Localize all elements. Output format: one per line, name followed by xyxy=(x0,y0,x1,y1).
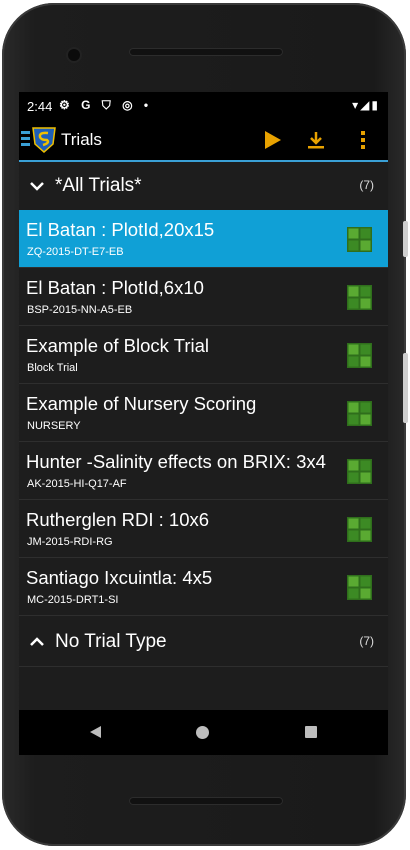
trial-list-item[interactable]: Santiago Ixcuintla: 4x5 MC-2015-DRT1-SI xyxy=(19,558,388,616)
trial-list-item[interactable]: Example of Block Trial Block Trial xyxy=(19,326,388,384)
notification-icons: ⚙ G ⛉ ◎ • xyxy=(59,98,153,112)
power-button xyxy=(403,221,408,257)
status-bar: 2:44 ⚙ G ⛉ ◎ • ▾◢▮ xyxy=(19,92,388,120)
start-button[interactable] xyxy=(259,126,287,154)
trial-list-item[interactable]: El Batan : PlotId,6x10 BSP-2015-NN-A5-EB xyxy=(19,268,388,326)
app-screen: 2:44 ⚙ G ⛉ ◎ • ▾◢▮ Trials *All Trials* (… xyxy=(19,92,388,710)
chevron-down-icon xyxy=(30,182,44,191)
trial-code: NURSERY xyxy=(27,420,81,432)
play-icon xyxy=(265,131,281,149)
trial-name: Hunter -Salinity effects on BRIX: 3x4 xyxy=(26,451,326,472)
plot-grid-icon[interactable] xyxy=(347,285,372,310)
trial-list-item[interactable]: Example of Nursery Scoring NURSERY xyxy=(19,384,388,442)
trial-list-item[interactable]: Hunter -Salinity effects on BRIX: 3x4 AK-… xyxy=(19,442,388,500)
trial-list-item[interactable]: Rutherglen RDI : 10x6 JM-2015-RDI-RG xyxy=(19,500,388,558)
trial-name: Rutherglen RDI : 10x6 xyxy=(26,509,210,530)
status-time: 2:44 xyxy=(27,99,53,114)
trial-code: MC-2015-DRT1-SI xyxy=(27,594,119,606)
front-camera xyxy=(68,49,80,61)
trial-name: Example of Block Trial xyxy=(26,335,210,356)
plot-grid-icon[interactable] xyxy=(347,401,372,426)
import-button[interactable] xyxy=(302,126,330,154)
trial-name: El Batan : PlotId,20x15 xyxy=(26,219,215,240)
plot-grid-icon[interactable] xyxy=(347,575,372,600)
bottom-speaker xyxy=(129,797,283,805)
more-vert-icon xyxy=(361,131,365,149)
system-nav-bar xyxy=(19,710,388,755)
top-speaker xyxy=(129,48,283,56)
trial-name: Example of Nursery Scoring xyxy=(26,393,257,414)
page-title: Trials xyxy=(61,130,102,149)
group-label: No Trial Type xyxy=(55,631,167,652)
plot-grid-icon[interactable] xyxy=(347,459,372,484)
group-count: (7) xyxy=(359,634,374,648)
trial-code: BSP-2015-NN-A5-EB xyxy=(27,304,133,316)
trial-name: Santiago Ixcuintla: 4x5 xyxy=(26,567,213,588)
chevron-up-icon xyxy=(30,637,44,646)
trial-code: JM-2015-RDI-RG xyxy=(27,536,113,548)
group-header-all-trials[interactable]: *All Trials* (7) xyxy=(19,162,388,211)
trial-list-item[interactable]: El Batan : PlotId,20x15 ZQ-2015-DT-E7-EB xyxy=(19,210,388,268)
home-icon[interactable] xyxy=(196,726,209,739)
trial-code: AK-2015-HI-Q17-AF xyxy=(27,478,127,490)
app-toolbar: Trials xyxy=(19,120,388,162)
plot-grid-icon[interactable] xyxy=(347,517,372,542)
app-logo-icon[interactable] xyxy=(21,126,57,154)
plot-grid-icon[interactable] xyxy=(347,227,372,252)
trial-name: El Batan : PlotId,6x10 xyxy=(26,277,204,298)
system-status-icons: ▾◢▮ xyxy=(352,98,380,112)
group-header-no-trial-type[interactable]: No Trial Type (7) xyxy=(19,618,388,667)
overflow-menu-button[interactable] xyxy=(349,126,377,154)
download-icon xyxy=(308,132,324,149)
recent-apps-icon[interactable] xyxy=(305,726,317,738)
group-label: *All Trials* xyxy=(55,175,142,196)
plot-grid-icon[interactable] xyxy=(347,343,372,368)
trial-code: ZQ-2015-DT-E7-EB xyxy=(27,246,124,258)
back-icon[interactable] xyxy=(89,725,102,739)
trial-code: Block Trial xyxy=(27,362,78,374)
group-count: (7) xyxy=(359,178,374,192)
volume-button xyxy=(403,353,408,423)
